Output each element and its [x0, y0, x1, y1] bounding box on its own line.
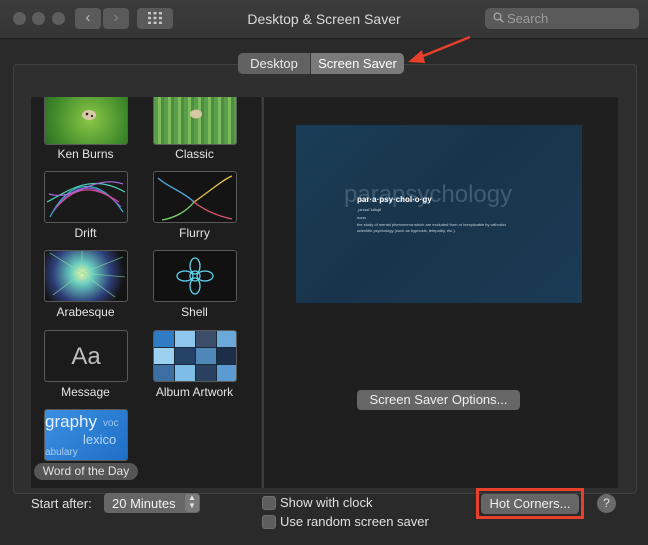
screen-saver-options-button[interactable]: Screen Saver Options... — [357, 390, 520, 410]
arabesque-thumbnail[interactable] — [44, 250, 128, 302]
shell-thumbnail[interactable] — [153, 250, 237, 302]
arabesque-pattern-icon — [49, 251, 126, 298]
thumb-word-3: abulary — [45, 447, 78, 458]
word-of-the-day-label: Word of the Day — [34, 463, 138, 480]
ken-burns-thumbnail[interactable] — [44, 97, 128, 145]
message-preview-text: Aa — [71, 343, 101, 370]
start-after-label: Start after: — [31, 496, 92, 511]
flurry-thumbnail[interactable] — [153, 171, 237, 223]
random-saver-label: Use random screen saver — [280, 514, 429, 529]
random-saver-checkbox[interactable] — [262, 515, 276, 529]
annotation-highlight-box — [476, 488, 584, 519]
message-label: Message — [61, 385, 110, 399]
album-artwork-thumbnail[interactable] — [153, 330, 237, 382]
start-after-value: 20 Minutes — [112, 496, 176, 511]
thumb-word-2: lexico — [83, 432, 117, 447]
drift-pattern-icon — [46, 181, 126, 218]
album-grid-icon — [154, 331, 236, 381]
album-artwork-label: Album Artwork — [155, 385, 234, 399]
tab-screen-saver[interactable]: Screen Saver — [311, 53, 404, 74]
show-clock-label: Show with clock — [280, 495, 373, 510]
shell-pattern-icon — [176, 257, 214, 295]
drift-thumbnail[interactable] — [44, 171, 128, 223]
word-of-the-day-thumbnail[interactable]: graphy lexico abulary voc — [44, 409, 128, 461]
ken-burns-label: Ken Burns — [57, 147, 114, 161]
drift-label: Drift — [74, 226, 97, 240]
classic-thumbnail[interactable] — [153, 97, 237, 145]
search-input[interactable] — [507, 10, 632, 26]
help-button[interactable]: ? — [597, 494, 616, 513]
thumb-word-1: graphy — [45, 412, 97, 431]
preview-pronunciation: ˌperəsīˈkäləjē — [357, 207, 382, 212]
classic-label: Classic — [175, 147, 214, 161]
preview-word: par·a·psy·chol·o·gy — [357, 195, 432, 204]
thumb-word-4: voc — [103, 418, 119, 429]
preview-part-of-speech: noun — [357, 215, 366, 220]
shell-label: Shell — [181, 305, 208, 319]
flurry-pattern-icon — [157, 175, 233, 221]
ladybug-icon — [82, 110, 96, 120]
screen-saver-list[interactable]: Ken Burns Classic Drift Flurry Arabesque… — [31, 97, 261, 488]
tab-control: Desktop Screen Saver — [238, 53, 404, 74]
arabesque-label: Arabesque — [56, 305, 115, 319]
preview-definition: the study of mental phenomena which are … — [357, 222, 507, 233]
title-bar: ‹ › Desktop & Screen Saver — [0, 0, 648, 39]
annotation-arrow — [408, 35, 471, 63]
flurry-label: Flurry — [179, 226, 210, 240]
message-thumbnail[interactable]: Aa — [44, 330, 128, 382]
start-after-popup[interactable]: 20 Minutes ▲ ▼ — [104, 493, 200, 513]
ladybug-icon — [190, 109, 202, 119]
screen-saver-preview: parapsychology par·a·psy·chol·o·gy ˌperə… — [296, 125, 582, 303]
tab-desktop[interactable]: Desktop — [238, 53, 310, 74]
up-down-chevron-icon: ▲ ▼ — [185, 494, 199, 512]
show-clock-checkbox[interactable] — [262, 496, 276, 510]
search-field[interactable] — [485, 8, 639, 29]
search-icon — [493, 12, 504, 23]
